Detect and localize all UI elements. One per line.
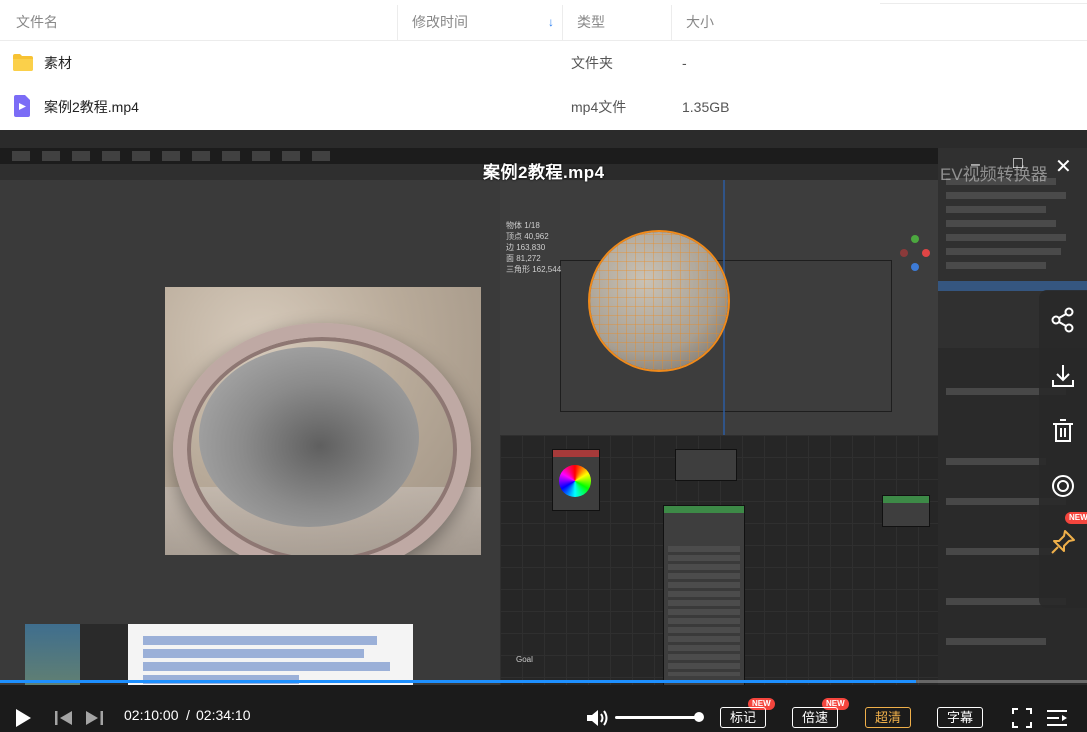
column-header-size[interactable]: 大小 xyxy=(672,5,780,40)
doc-line xyxy=(143,636,377,645)
node-principled xyxy=(663,505,745,687)
props-line xyxy=(946,638,1046,645)
file-list: 文件名 修改时间 ↓ 类型 大小 素材 文件夹 - 案例2教程.mp4 mp4文… xyxy=(0,0,1087,130)
previous-icon[interactable] xyxy=(54,710,74,726)
file-row-folder[interactable]: 素材 文件夹 - xyxy=(0,41,1087,85)
file-row-video[interactable]: 案例2教程.mp4 mp4文件 1.35GB xyxy=(0,85,1087,129)
stat-line: 边 163,830 xyxy=(506,243,546,252)
sort-down-icon[interactable]: ↓ xyxy=(548,5,554,40)
column-header-name[interactable]: 文件名 xyxy=(0,5,398,40)
node-tree-label: Goal xyxy=(516,655,533,664)
sphere-wire xyxy=(590,232,728,370)
viewport-sphere xyxy=(590,232,728,370)
progress-bar[interactable] xyxy=(0,680,1087,683)
file-list-header: 文件名 修改时间 ↓ 类型 大小 xyxy=(0,5,1087,41)
video-player[interactable]: Goal 物体 1/18 顶点 40,962 边 163,830 面 81,27… xyxy=(0,130,1087,732)
outliner-line xyxy=(946,262,1046,269)
current-time: 02:10:00 xyxy=(124,707,179,723)
file-name: 案例2教程.mp4 xyxy=(44,99,139,115)
doc-line xyxy=(143,662,390,671)
video-frame-3d-viewport: 物体 1/18 顶点 40,962 边 163,830 面 81,272 三角形… xyxy=(500,180,938,435)
gizmo-neg-x xyxy=(900,249,908,257)
node-color xyxy=(552,449,600,511)
viewport-gizmo xyxy=(900,235,930,295)
playlist-icon[interactable] xyxy=(1046,709,1068,727)
folder-icon xyxy=(13,54,33,71)
render-cloth xyxy=(199,347,419,527)
volume-icon[interactable] xyxy=(585,708,609,728)
target-icon[interactable] xyxy=(1049,472,1077,500)
viewport-stats: 物体 1/18 顶点 40,962 边 163,830 面 81,272 三角形… xyxy=(506,220,561,275)
file-type: 文件夹 xyxy=(571,55,613,71)
file-type: mp4文件 xyxy=(571,99,627,115)
speed-button[interactable]: 倍速 xyxy=(792,707,839,728)
menubar-dots xyxy=(12,151,342,161)
video-frame-node-editor: Goal xyxy=(500,435,938,687)
file-name: 素材 xyxy=(44,55,72,71)
node-rows xyxy=(668,546,740,676)
pin-icon[interactable] xyxy=(1049,528,1077,556)
gizmo-x xyxy=(922,249,930,257)
share-icon[interactable] xyxy=(1049,306,1077,334)
video-file-icon xyxy=(14,95,30,117)
outliner-line xyxy=(946,206,1046,213)
video-title: 案例2教程.mp4 xyxy=(483,163,605,182)
video-frame-toolbar xyxy=(0,164,500,180)
play-icon[interactable] xyxy=(14,708,32,728)
trash-icon[interactable] xyxy=(1049,417,1077,445)
outliner-line xyxy=(946,192,1066,199)
stat-line: 物体 1/18 xyxy=(506,221,540,230)
quality-button[interactable]: 超清 xyxy=(865,707,912,728)
outliner-line xyxy=(946,220,1056,227)
new-badge: NEW xyxy=(1065,512,1087,524)
top-divider xyxy=(880,0,1087,4)
window-controls: – □ ✕ xyxy=(969,154,1079,179)
render-preview xyxy=(165,287,481,555)
progress-bar-fill xyxy=(0,680,917,683)
node-output xyxy=(882,495,930,527)
time-separator: / xyxy=(186,707,190,723)
file-size: 1.35GB xyxy=(682,99,730,115)
player-controls: 02:10:00 / 02:34:10 NEW 标记 NEW 倍速 超清 字幕 xyxy=(0,690,1087,730)
close-icon[interactable]: ✕ xyxy=(1055,154,1072,179)
doc-line xyxy=(143,649,364,658)
props-line xyxy=(946,458,1046,465)
download-icon[interactable] xyxy=(1049,362,1077,390)
column-header-type[interactable]: 类型 xyxy=(563,5,672,40)
file-size: - xyxy=(682,55,687,71)
node-header xyxy=(664,506,744,513)
node-header xyxy=(883,496,929,503)
mark-button[interactable]: 标记 xyxy=(720,707,767,728)
total-time: 02:34:10 xyxy=(196,707,251,723)
minimize-icon[interactable]: – xyxy=(971,156,980,174)
subtitle-button[interactable]: 字幕 xyxy=(937,707,984,728)
node-header xyxy=(553,450,599,457)
video-frame-image-editor xyxy=(0,180,500,685)
color-wheel xyxy=(559,465,591,497)
node-mapping xyxy=(675,449,737,481)
volume-slider[interactable] xyxy=(615,716,699,719)
stat-line: 顶点 40,962 xyxy=(506,232,549,241)
outliner-line xyxy=(946,234,1066,241)
next-icon[interactable] xyxy=(84,710,104,726)
restore-icon[interactable]: □ xyxy=(1013,155,1023,173)
side-toolbar: NEW xyxy=(1039,290,1087,608)
column-header-modified[interactable]: 修改时间 ↓ xyxy=(398,5,563,40)
fullscreen-icon[interactable] xyxy=(1012,708,1032,728)
stat-line: 三角形 162,544 xyxy=(506,265,562,274)
gizmo-y xyxy=(911,235,919,243)
volume-slider-handle[interactable] xyxy=(694,712,704,722)
stat-line: 面 81,272 xyxy=(506,254,541,263)
gizmo-z xyxy=(911,263,919,271)
outliner-line xyxy=(946,248,1061,255)
